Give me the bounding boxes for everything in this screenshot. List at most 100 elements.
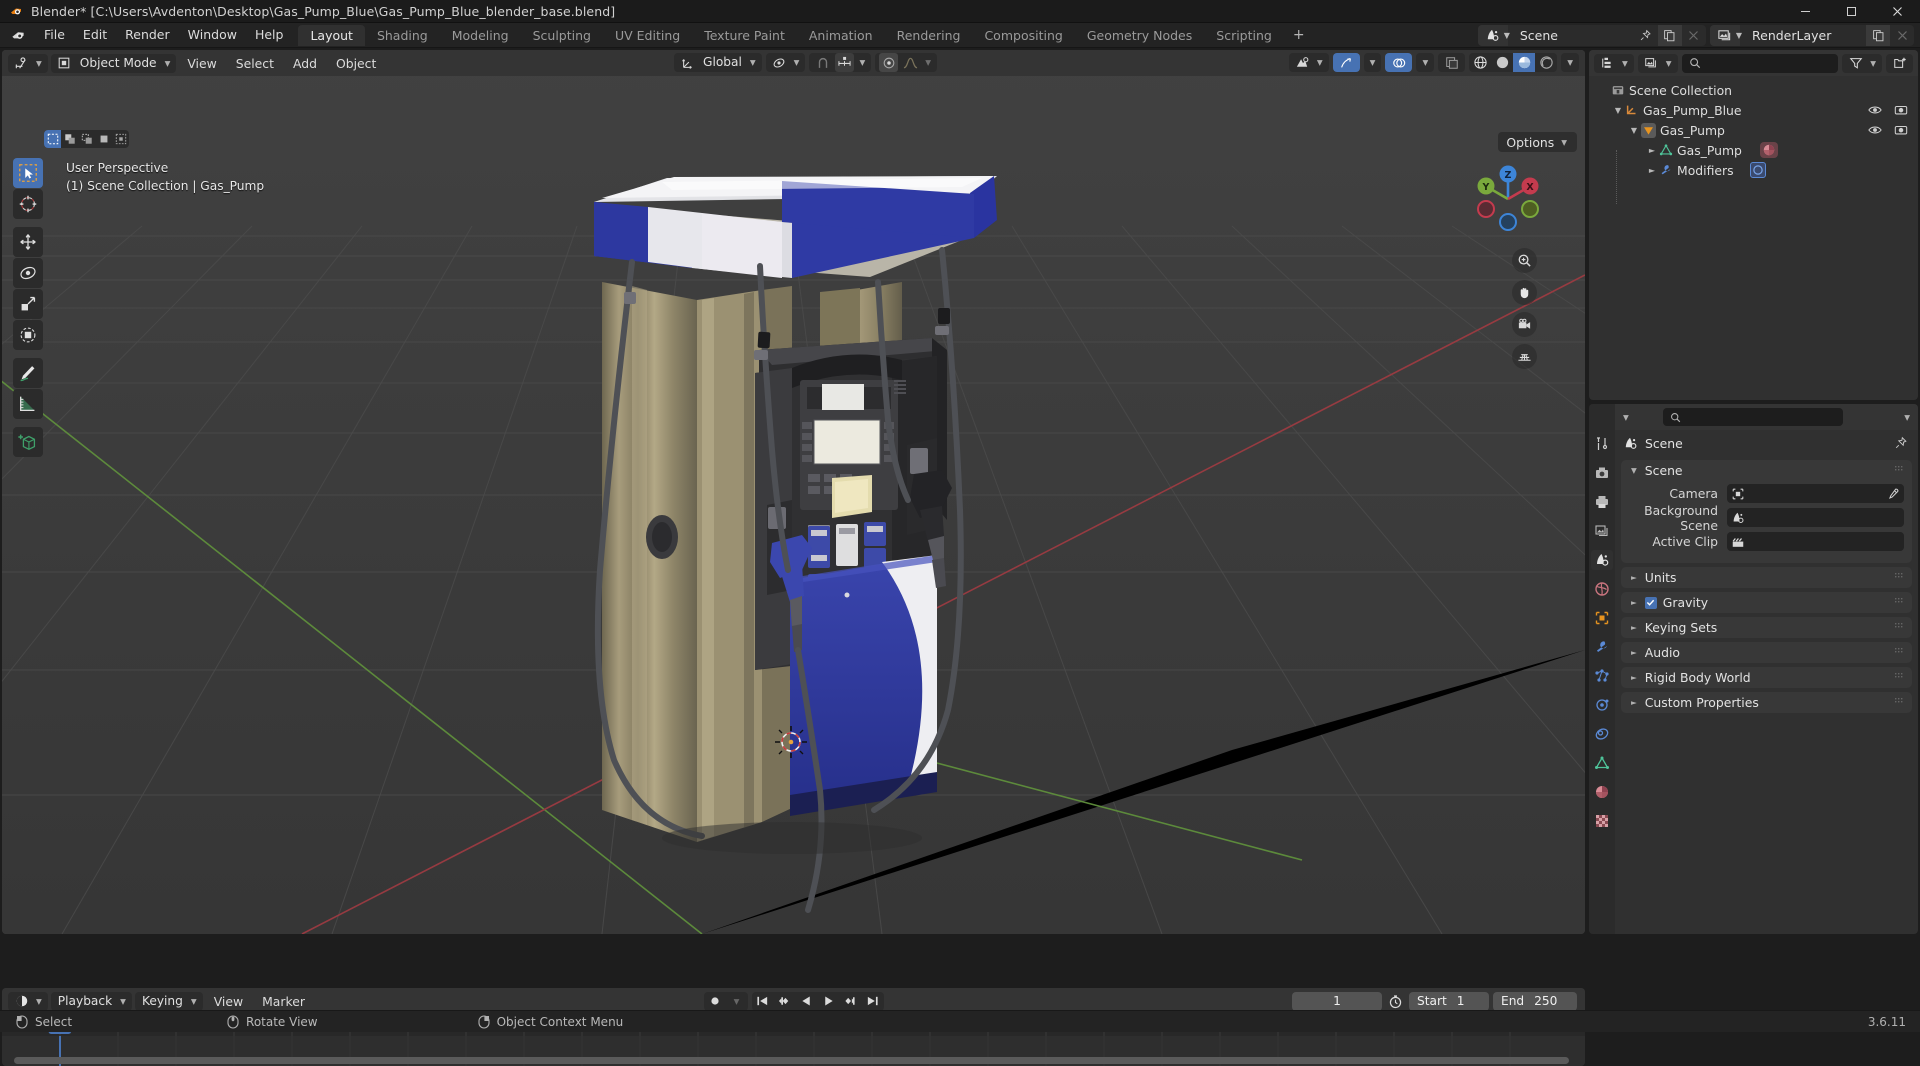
- play-button[interactable]: [818, 992, 840, 1011]
- pin-icon[interactable]: [1634, 25, 1658, 46]
- select-subtract-button[interactable]: [78, 130, 95, 148]
- proportional-editing-controls[interactable]: ▼: [875, 53, 938, 72]
- current-frame-field[interactable]: 1: [1292, 991, 1382, 1011]
- panel-custom-properties[interactable]: ► Custom Properties: [1621, 692, 1912, 713]
- timeline-marker-menu[interactable]: Marker: [254, 992, 313, 1011]
- timeline-editor-type[interactable]: ▼: [8, 991, 48, 1011]
- prev-keyframe-button[interactable]: [774, 992, 796, 1011]
- expander-right-icon[interactable]: ►: [1629, 623, 1639, 632]
- timeline-body[interactable]: ›: [2, 1018, 1585, 1066]
- xray-toggle[interactable]: [1438, 53, 1466, 72]
- record-icon[interactable]: [704, 992, 726, 1011]
- expander-right-icon[interactable]: ►: [1629, 573, 1639, 582]
- add-workspace-button[interactable]: +: [1284, 25, 1314, 46]
- pan-hand-icon[interactable]: [1512, 280, 1537, 305]
- outliner-row-gas-pump-blue[interactable]: ▼ Gas_Pump_Blue: [1589, 100, 1918, 120]
- transform-orientation-selector[interactable]: Global ▼: [674, 53, 762, 72]
- visibility-selector[interactable]: ▼: [1288, 53, 1329, 72]
- timeline-scrollbar[interactable]: [14, 1057, 1569, 1064]
- field-camera[interactable]: Camera: [1629, 483, 1904, 504]
- panel-units-header[interactable]: ► Units: [1621, 567, 1912, 588]
- stopwatch-icon[interactable]: [1386, 994, 1405, 1009]
- tab-compositing[interactable]: Compositing: [972, 25, 1074, 46]
- navigation-gizmo[interactable]: Z Y X: [1467, 158, 1549, 240]
- properties-tab-constraints[interactable]: [1591, 724, 1613, 744]
- timeline-view-menu[interactable]: View: [206, 992, 251, 1011]
- properties-tab-scene[interactable]: [1591, 550, 1613, 570]
- new-scene-button[interactable]: [1657, 25, 1682, 46]
- panel-rigid-body-world[interactable]: ► Rigid Body World: [1621, 667, 1912, 688]
- proportional-edit-icon[interactable]: [879, 53, 899, 72]
- eye-icon[interactable]: [1868, 124, 1882, 136]
- panel-scene[interactable]: ▼ Scene Camera Background Scene Active C…: [1621, 460, 1912, 563]
- properties-tab-physics[interactable]: [1591, 695, 1613, 715]
- active-clip-field[interactable]: [1727, 532, 1904, 551]
- properties-editor[interactable]: ▼ ▼ Scene ▼ Scene Camera Background Scen…: [1589, 404, 1918, 934]
- select-difference-button[interactable]: [95, 130, 112, 148]
- panel-gravity-header[interactable]: ► Gravity: [1621, 592, 1912, 613]
- tool-annotate[interactable]: [13, 358, 43, 388]
- subdivision-modifier-icon[interactable]: [1749, 162, 1766, 178]
- gravity-checkbox[interactable]: [1644, 596, 1657, 609]
- properties-tab-data[interactable]: [1591, 753, 1613, 773]
- outliner-search-input[interactable]: [1681, 53, 1839, 73]
- properties-tab-texture[interactable]: [1591, 811, 1613, 831]
- menu-help[interactable]: Help: [246, 25, 293, 45]
- new-viewlayer-button[interactable]: [1866, 25, 1890, 46]
- tab-scripting[interactable]: Scripting: [1204, 25, 1284, 46]
- chevron-down-icon[interactable]: ▼: [1621, 413, 1631, 422]
- zoom-icon[interactable]: [1512, 248, 1537, 273]
- blender-menu-icon[interactable]: [9, 26, 27, 44]
- tab-rendering[interactable]: Rendering: [885, 25, 973, 46]
- next-keyframe-button[interactable]: [840, 992, 862, 1011]
- menu-render[interactable]: Render: [116, 25, 179, 45]
- properties-tab-tool[interactable]: [1591, 434, 1613, 454]
- tab-modeling[interactable]: Modeling: [440, 25, 521, 46]
- viewport-menu-add[interactable]: Add: [285, 54, 325, 73]
- minimize-button[interactable]: [1782, 0, 1828, 23]
- 3d-viewport[interactable]: ▼ Object Mode ▼ View Select Add Object G…: [2, 50, 1585, 934]
- tool-rotate[interactable]: [13, 258, 43, 288]
- panel-keying-sets[interactable]: ► Keying Sets: [1621, 617, 1912, 638]
- viewlayer-datablock[interactable]: ▼ RenderLayer: [1709, 25, 1914, 46]
- properties-tab-viewlayer[interactable]: [1591, 521, 1613, 541]
- properties-tab-material[interactable]: [1591, 782, 1613, 802]
- outliner-row-modifiers[interactable]: ► Modifiers: [1589, 160, 1918, 180]
- play-reverse-button[interactable]: [796, 992, 818, 1011]
- menu-window[interactable]: Window: [179, 25, 246, 45]
- tab-layout[interactable]: Layout: [298, 24, 365, 46]
- select-tool-group[interactable]: [44, 130, 129, 148]
- tool-move[interactable]: [13, 227, 43, 257]
- outliner-row-gas-pump-object[interactable]: ▼ Gas_Pump: [1589, 120, 1918, 140]
- object-mode-selector[interactable]: Object Mode ▼: [50, 53, 177, 73]
- camera-render-icon[interactable]: [1894, 104, 1908, 116]
- expander-right-icon[interactable]: ►: [1629, 598, 1639, 607]
- shading-wireframe-button[interactable]: [1469, 53, 1491, 72]
- tool-transform[interactable]: [13, 320, 43, 350]
- camera-view-icon[interactable]: [1512, 312, 1537, 337]
- tab-sculpting[interactable]: Sculpting: [521, 25, 603, 46]
- select-box-button[interactable]: [44, 130, 61, 148]
- expander-right-icon[interactable]: ►: [1629, 673, 1639, 682]
- expander-down-icon[interactable]: ▼: [1629, 466, 1639, 475]
- timeline-playback-menu[interactable]: Playback ▼: [50, 991, 132, 1011]
- jump-end-button[interactable]: [862, 992, 884, 1011]
- tool-cursor[interactable]: [13, 189, 43, 219]
- expander-right-icon[interactable]: ►: [1629, 648, 1639, 657]
- chevron-down-icon[interactable]: ▼: [726, 992, 748, 1011]
- panel-gravity[interactable]: ► Gravity: [1621, 592, 1912, 613]
- tab-geometry-nodes[interactable]: Geometry Nodes: [1075, 25, 1204, 46]
- shading-solid-button[interactable]: [1491, 53, 1513, 72]
- editor-type-selector[interactable]: ▼: [8, 53, 48, 73]
- properties-tab-world[interactable]: [1591, 579, 1613, 599]
- panel-keying-sets-header[interactable]: ► Keying Sets: [1621, 617, 1912, 638]
- delete-viewlayer-button[interactable]: [1890, 25, 1914, 46]
- panel-custom-properties-header[interactable]: ► Custom Properties: [1621, 692, 1912, 713]
- panel-audio-header[interactable]: ► Audio: [1621, 642, 1912, 663]
- shading-rendered-button[interactable]: [1535, 53, 1557, 72]
- tab-animation[interactable]: Animation: [797, 25, 885, 46]
- snapping-controls[interactable]: ▼: [809, 53, 872, 72]
- pivot-point-selector[interactable]: ▼: [765, 53, 806, 72]
- background-scene-field[interactable]: [1727, 508, 1904, 527]
- outliner-editor-type[interactable]: ▼: [1594, 53, 1634, 73]
